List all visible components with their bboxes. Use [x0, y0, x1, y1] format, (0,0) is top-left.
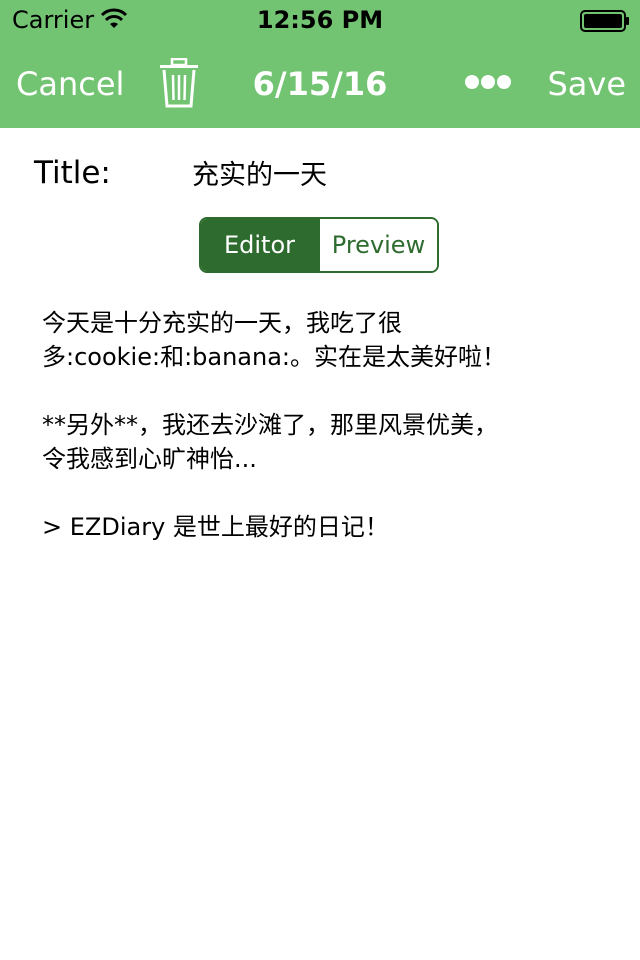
battery-icon	[580, 10, 629, 32]
tab-preview[interactable]: Preview	[318, 219, 437, 271]
editor-preview-segmented-control: Editor Preview	[199, 217, 439, 273]
content-blank-line	[42, 374, 602, 408]
content-line: 今天是十分充实的一天，我吃了很	[42, 309, 402, 337]
tab-editor[interactable]: Editor	[201, 219, 318, 271]
content-line: **另外**，我还去沙滩了，那里风景优美，	[42, 411, 498, 439]
cancel-button[interactable]: Cancel	[16, 64, 124, 104]
content-line: > EZDiary 是世上最好的日记！	[42, 513, 389, 541]
diary-content-editor[interactable]: 今天是十分充实的一天，我吃了很多:cookie:和:banana:。实在是太美好…	[42, 306, 602, 926]
status-time: 12:56 PM	[256, 6, 384, 34]
save-button[interactable]: Save	[547, 64, 626, 104]
diary-editor-screen: Carrier 12:56 PM Cancel 6/15/16 Save Tit…	[0, 0, 640, 960]
content-line: 多:cookie:和:banana:。实在是太美好啦！	[42, 343, 507, 371]
trash-icon[interactable]	[158, 58, 200, 108]
content-line: 令我感到心旷神怡...	[42, 445, 257, 473]
title-label: Title:	[34, 155, 111, 191]
more-icon[interactable]	[464, 72, 512, 92]
title-input[interactable]	[186, 150, 628, 194]
content-blank-line	[42, 476, 602, 510]
status-bar: Carrier 12:56 PM	[0, 0, 640, 40]
navigation-header: Carrier 12:56 PM Cancel 6/15/16 Save	[0, 0, 640, 128]
